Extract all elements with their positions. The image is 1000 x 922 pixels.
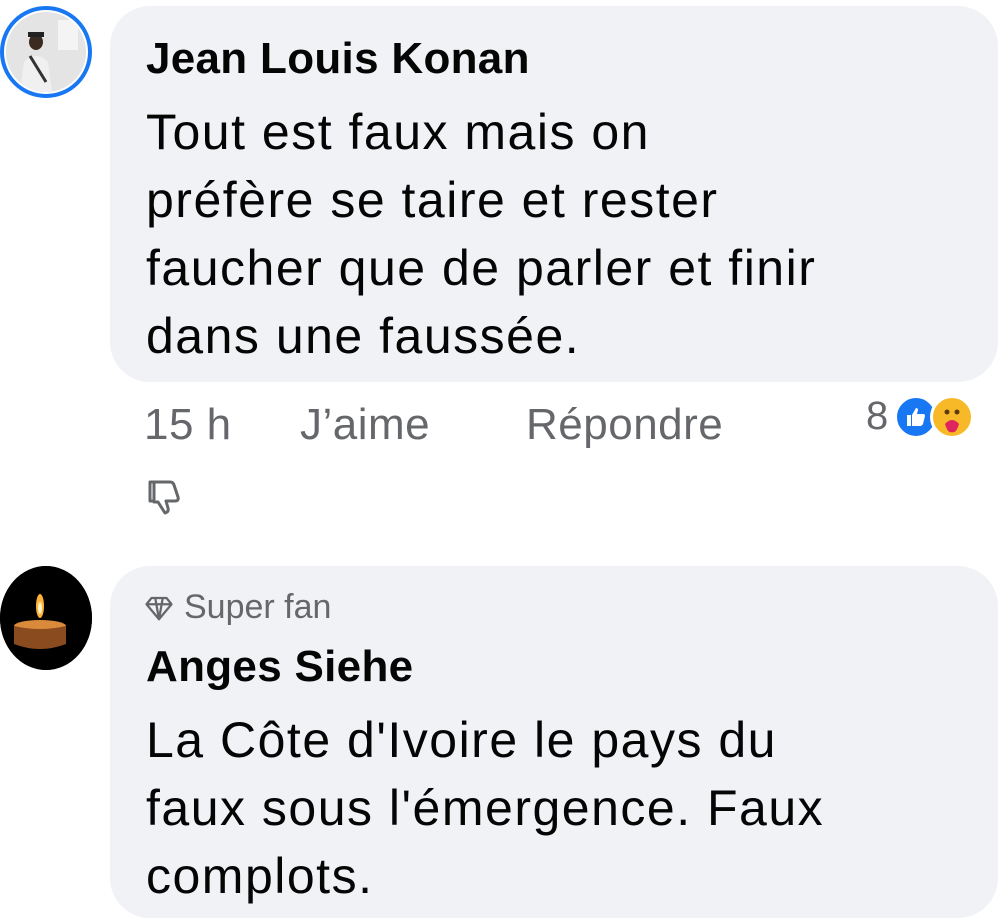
care-icon [930,394,975,439]
comment-bubble[interactable]: Super fan Anges Siehe La Côte d'Ivoire l… [110,566,998,918]
like-button[interactable]: J’aime [300,400,430,450]
dislike-icon[interactable] [144,476,184,516]
diamond-icon [145,596,173,620]
reactions-summary[interactable]: 8 [866,394,975,439]
badge-label: Super fan [184,588,332,626]
person-avatar-icon [6,12,86,92]
candle-avatar-icon [0,566,92,670]
comment-text: La Côte d'Ivoire le pays du faux sous l'… [146,712,825,904]
avatar[interactable] [6,12,86,92]
comment-author[interactable]: Anges Siehe [146,642,413,692]
reaction-count: 8 [866,394,889,438]
reply-button[interactable]: Répondre [526,400,723,450]
comment-text: Tout est faux mais on préfère se taire e… [146,104,817,364]
comment-author[interactable]: Jean Louis Konan [146,34,530,84]
comment-bubble[interactable]: Jean Louis Konan Tout est faux mais on p… [110,6,998,382]
avatar[interactable] [0,566,92,670]
super-fan-badge[interactable]: Super fan [144,588,331,627]
comment-timestamp[interactable]: 15 h [144,400,232,450]
